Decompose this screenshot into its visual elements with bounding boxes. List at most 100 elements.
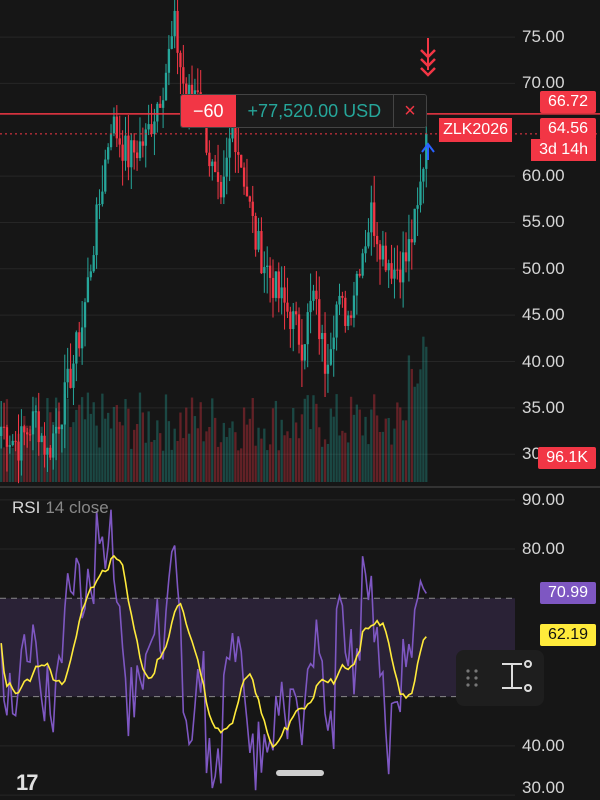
candle-body [375,235,379,245]
candle-body [8,445,11,447]
drawing-toolbar[interactable] [456,650,544,706]
rsi-ma-tag: 62.19 [539,624,596,646]
volume-bar [242,407,246,482]
volume-bar [303,398,306,482]
volume-bar [306,395,309,482]
volume-bar [390,444,393,482]
candle-body [211,161,214,167]
candle-body [167,48,171,73]
volume-bar [80,397,84,482]
candle-body [0,426,3,437]
volume-bar [323,439,327,482]
measure-tool-icon[interactable] [496,658,536,698]
price-axis-label: 50.00 [522,258,565,278]
candle-body [260,231,263,274]
candle-body [300,344,304,361]
candle-body [173,10,176,37]
volume-bar [144,442,147,482]
volume-bar [268,444,272,482]
close-position-button[interactable]: × [393,95,426,127]
candle-body [407,239,411,262]
volume-bar [66,398,69,482]
volume-bar [381,431,385,482]
volume-bar [260,438,263,482]
candle-body [370,202,373,233]
candle-body [121,144,124,161]
volume-bar [179,412,182,482]
volume-bar [289,438,292,482]
volume-bar [419,369,422,482]
volume-bar [234,432,237,482]
candle-body [384,245,387,271]
volume-bar [329,408,332,482]
volume-bar [367,444,370,482]
volume-bar [378,431,382,482]
volume-bar [214,417,217,482]
candle-body [2,426,6,428]
volume-bar [164,394,168,482]
volume-bar [112,406,116,482]
volume-bar [208,426,211,482]
symbol-tag: ZLK2026 [439,118,512,142]
candle-body [150,124,153,134]
volume-bar [156,420,159,482]
price-axis-label: 75.00 [522,27,565,47]
candle-body [130,140,133,168]
bar-countdown: 3d 14h [531,139,596,161]
volume-bar [248,418,252,482]
volume-bar [344,432,347,482]
volume-bar [228,427,231,482]
rsi-name: RSI [12,498,41,517]
candle-body [144,129,147,146]
candle-body [43,435,46,455]
volume-bar [176,440,179,482]
volume-bar [104,418,107,482]
candle-body [23,426,26,433]
candle-body [352,295,356,318]
candle-body [254,215,257,250]
candle-body [138,141,142,159]
volume-bar [147,411,150,482]
volume-bar [11,447,14,482]
rsi-axis-label: 40.00 [522,735,565,755]
pane-resize-handle[interactable] [276,770,324,776]
candle-body [413,208,416,243]
candle-body [179,52,182,68]
volume-bar [159,433,162,482]
volume-bar [101,393,104,482]
close-icon[interactable]: × [404,100,416,123]
candle-body [416,205,419,209]
candle-body [399,269,402,283]
volume-bar [141,412,145,482]
candle-body [124,135,127,161]
candle-body [358,273,361,276]
candle-body [216,172,220,182]
candle-body [289,311,292,330]
candle-body [72,363,75,388]
candle-body [341,295,344,298]
drag-handle-icon[interactable] [464,666,480,690]
candle-body [248,196,252,202]
position-line-widget[interactable]: −60 +77,520.00 USD × [180,94,427,128]
candle-body [347,315,350,326]
buy-arrow-icon [421,142,435,160]
candle-body [326,364,330,374]
candle-body [127,135,130,168]
volume-bar [286,431,289,482]
rsi-legend[interactable]: RSI 14 close [12,498,109,518]
candle-body [34,411,38,413]
candle-body [373,202,376,236]
candle-body [219,181,223,198]
volume-bar [410,368,413,482]
candle-body [69,368,72,388]
candle-body [75,332,78,364]
candle-body [271,277,275,298]
volume-bar [399,407,402,482]
volume-bar [182,438,185,482]
volume-bar [373,394,376,482]
candle-body [393,269,396,279]
candle-body [80,327,84,349]
candle-body [323,333,327,374]
position-quantity[interactable]: −60 [181,95,236,127]
volume-bar [72,422,75,482]
